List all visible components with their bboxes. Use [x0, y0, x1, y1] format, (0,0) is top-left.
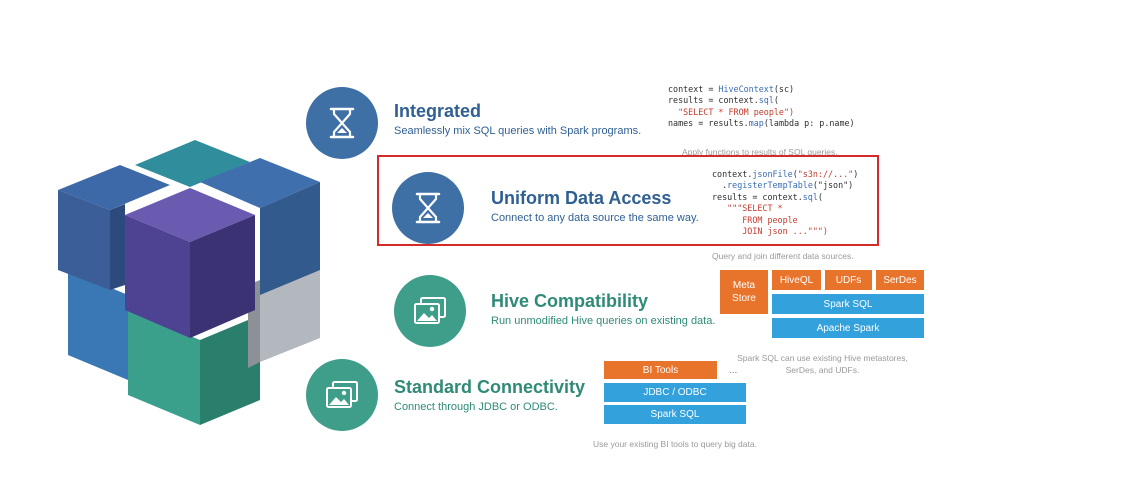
bitools-box: BI Tools	[604, 361, 717, 379]
udfs-box: UDFs	[825, 270, 872, 290]
images-icon	[414, 297, 446, 324]
integrated-circle	[306, 87, 378, 159]
metastore-box: Meta Store	[720, 270, 768, 314]
hiveql-box: HiveQL	[772, 270, 821, 290]
serdes-box: SerDes	[876, 270, 924, 290]
connectivity-caption: Use your existing BI tools to query big …	[593, 439, 757, 449]
connectivity-circle	[306, 359, 378, 431]
conn-sparksql-box: Spark SQL	[604, 405, 746, 424]
apache-spark-box: Apache Spark	[772, 318, 924, 338]
hive-caption: Spark SQL can use existing Hive metastor…	[737, 353, 908, 375]
highlight-box	[377, 155, 879, 246]
code-snippet-integrated: context = HiveContext(sc) results = cont…	[668, 84, 855, 129]
bitools-ellipsis: ...	[729, 365, 738, 376]
integrated-desc: Seamlessly mix SQL queries with Spark pr…	[394, 125, 642, 137]
hourglass-icon	[329, 107, 355, 139]
connectivity-desc: Connect through JDBC or ODBC.	[394, 401, 558, 413]
jdbc-odbc-box: JDBC / ODBC	[604, 383, 746, 402]
images-icon	[326, 381, 358, 408]
connectivity-title: Standard Connectivity	[394, 377, 586, 397]
uniform-caption: Query and join different data sources.	[712, 251, 854, 261]
integrated-title: Integrated	[394, 101, 482, 121]
hive-sparksql-box: Spark SQL	[772, 294, 924, 314]
cube-illustration	[58, 140, 320, 425]
hive-circle	[394, 275, 466, 347]
hive-desc: Run unmodified Hive queries on existing …	[491, 315, 716, 327]
hive-title: Hive Compatibility	[491, 291, 649, 311]
